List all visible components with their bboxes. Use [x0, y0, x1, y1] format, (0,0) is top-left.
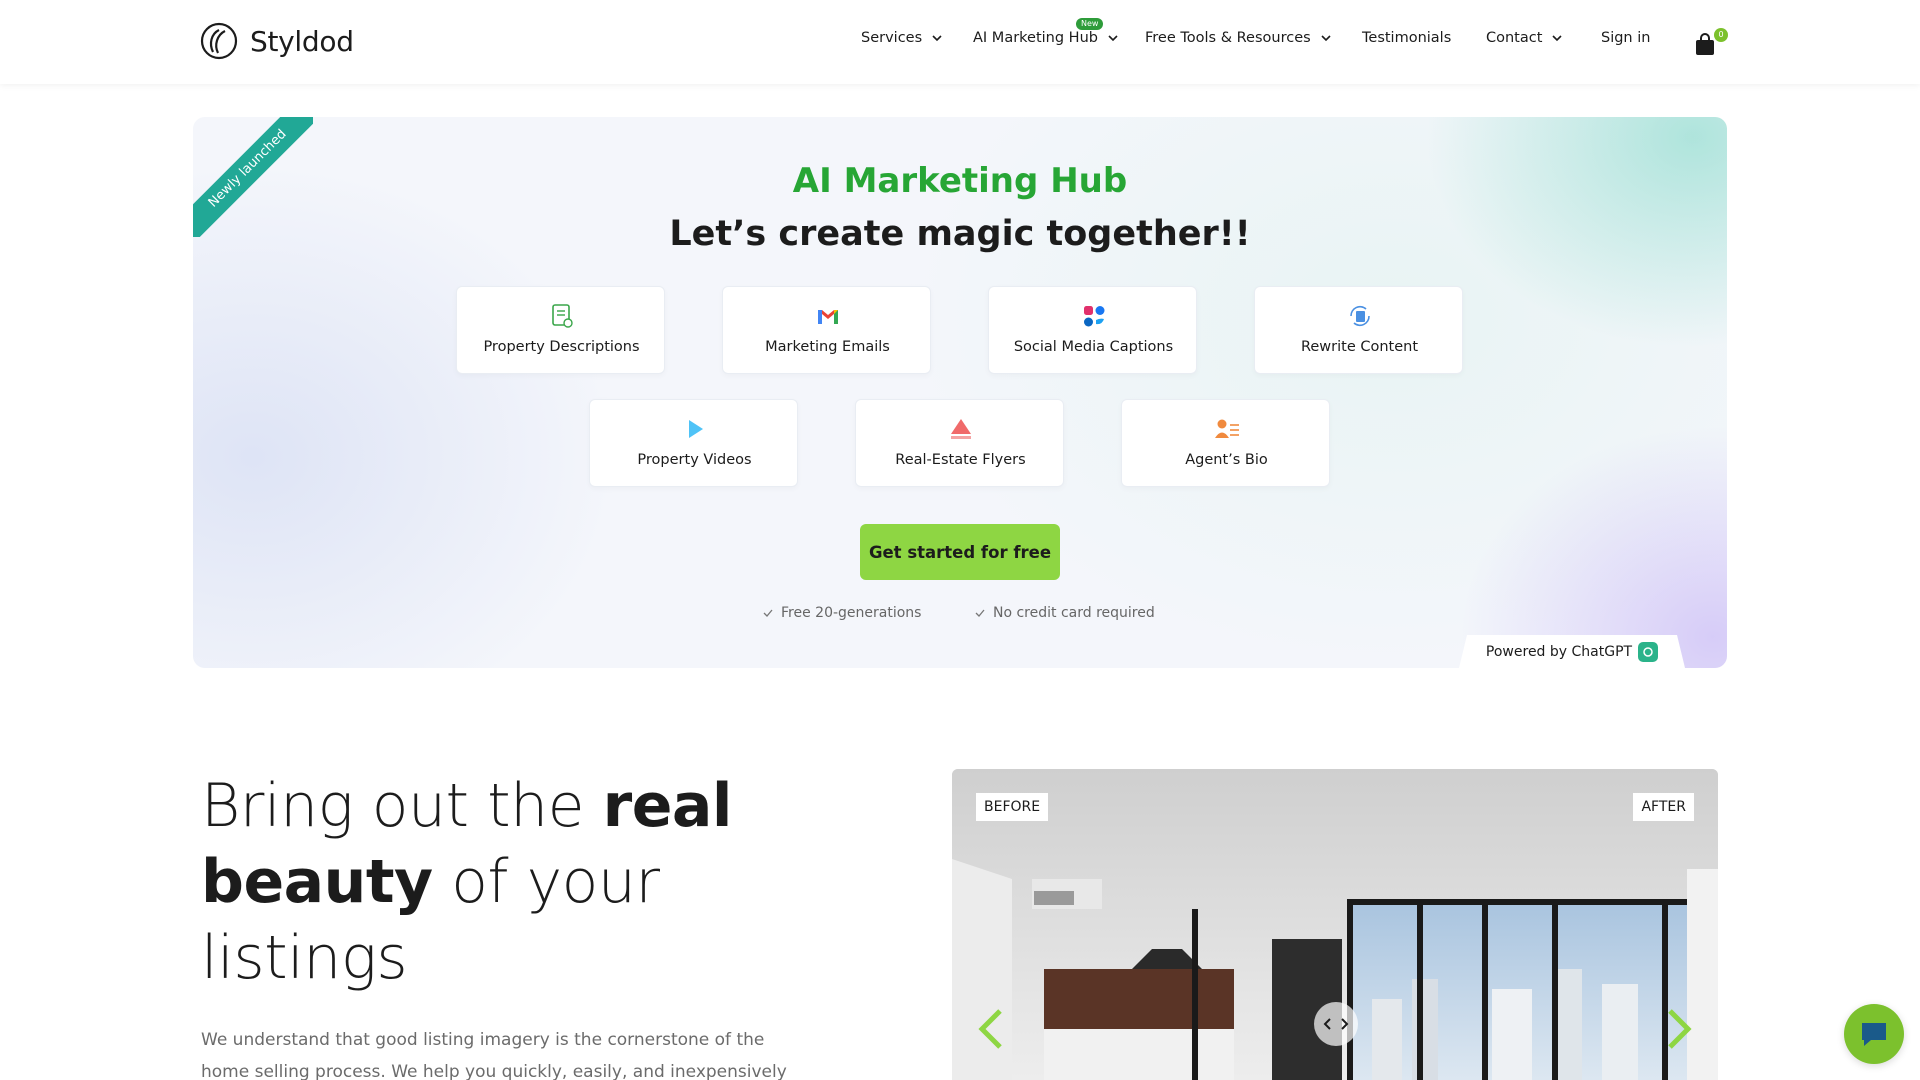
powered-label: Powered by ChatGPT [1485, 643, 1633, 660]
nav-testimonials[interactable]: Testimonials [1362, 30, 1451, 46]
nav-label: Sign in [1601, 30, 1651, 46]
check-icon [763, 609, 773, 617]
play-icon [689, 420, 703, 438]
nav-label: Services [861, 30, 923, 46]
chat-widget-button[interactable] [1844, 1004, 1904, 1064]
logo[interactable]: Styldod [200, 22, 354, 60]
headline-emphasis: real [602, 771, 733, 841]
section-paragraph: We understand that good listing imagery … [201, 1030, 787, 1080]
card-marketing-emails[interactable]: Marketing Emails [722, 286, 931, 374]
nav-label: Testimonials [1362, 30, 1452, 46]
headline-text: listings [201, 923, 408, 993]
chat-bubble-icon [1862, 1023, 1886, 1046]
card-label: Marketing Emails [765, 339, 890, 355]
gmail-icon [818, 310, 838, 324]
card-label: Property Descriptions [483, 339, 640, 355]
nav-free-tools[interactable]: Free Tools & Resources [1145, 30, 1332, 46]
document-icon [552, 304, 573, 328]
perk-label: Free 20-generations [781, 605, 922, 621]
nav-contact[interactable]: Contact [1486, 30, 1563, 46]
card-agents-bio[interactable]: Agent’s Bio [1121, 399, 1330, 487]
chevron-left-icon[interactable] [976, 1007, 1006, 1051]
brand-name: Styldod [250, 24, 354, 58]
new-badge: New [1076, 18, 1104, 30]
hero-title: AI Marketing Hub [792, 161, 1128, 201]
before-after-slider[interactable]: BEFORE AFTER [952, 769, 1718, 1080]
nav-label: Free Tools & Resources [1145, 30, 1311, 46]
hero-subtitle: Let’s create magic together!! [669, 214, 1251, 254]
headline-emphasis: beauty [201, 847, 433, 917]
nav-label: AI Marketing Hub [973, 30, 1098, 46]
chevron-down-icon [1108, 35, 1118, 42]
styldod-logo-icon [200, 22, 238, 60]
nav-label: Contact [1486, 30, 1543, 46]
cart-count-badge: 0 [1714, 28, 1728, 42]
nav-services[interactable]: Services [861, 30, 943, 46]
section-headline: Bring out the real beauty of your listings [201, 768, 841, 996]
perk-no-credit-card: No credit card required [974, 605, 1155, 621]
card-label: Social Media Captions [1013, 339, 1174, 355]
social-icons [1084, 306, 1105, 327]
agent-icon [1215, 419, 1239, 438]
card-property-videos[interactable]: Property Videos [589, 399, 798, 487]
headline-text: of your [432, 847, 660, 917]
chevron-right-icon[interactable] [1664, 1007, 1694, 1051]
perk-free-generations: Free 20-generations [762, 605, 921, 621]
headline-text: Bring out the [201, 771, 603, 841]
card-real-estate-flyers[interactable]: Real-Estate Flyers [855, 399, 1064, 487]
chevron-down-icon [932, 35, 942, 42]
powered-by-chatgpt: Powered by ChatGPT [1459, 635, 1685, 668]
nav-ai-marketing-hub[interactable]: New AI Marketing Hub [973, 18, 1119, 46]
get-started-button[interactable]: Get started for free [860, 524, 1060, 580]
card-label: Property Videos [637, 452, 752, 468]
chatgpt-icon [1638, 641, 1659, 662]
site-header: Styldod Services New AI Marketing Hub Fr… [0, 0, 1920, 84]
slider-handle[interactable] [1314, 1002, 1358, 1046]
chevron-down-icon [1321, 35, 1331, 42]
rewrite-icon [1350, 305, 1370, 327]
shopping-bag-icon[interactable] [1694, 32, 1716, 56]
card-social-media-captions[interactable]: Social Media Captions [988, 286, 1197, 374]
flyer-icon [951, 419, 971, 439]
card-label: Agent’s Bio [1185, 452, 1268, 468]
before-label: BEFORE [976, 793, 1049, 821]
after-label: AFTER [1633, 793, 1694, 821]
card-label: Rewrite Content [1300, 339, 1419, 355]
card-property-descriptions[interactable]: Property Descriptions [456, 286, 665, 374]
card-label: Real-Estate Flyers [895, 452, 1026, 468]
nav-sign-in[interactable]: Sign in [1601, 30, 1650, 46]
card-rewrite-content[interactable]: Rewrite Content [1254, 286, 1463, 374]
chevron-down-icon [1552, 35, 1562, 42]
ai-marketing-hub-banner: Newly launched AI Marketing Hub Let’s cr… [193, 117, 1727, 668]
perk-label: No credit card required [993, 605, 1155, 621]
check-icon [975, 609, 985, 617]
drag-arrows-icon [1323, 1018, 1349, 1030]
